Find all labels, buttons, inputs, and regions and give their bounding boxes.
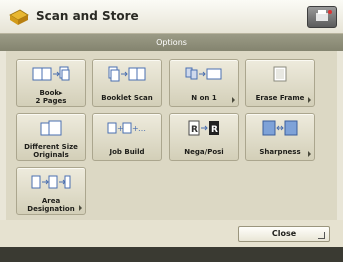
nega-posi-button[interactable]: R R Nega/Posi [169,113,239,161]
device-status-button[interactable] [307,6,337,28]
options-panel: Book▸ 2 Pages Booklet Scan N on 1 Erase … [6,51,337,220]
erase-frame-label: Erase Frame [255,94,305,102]
different-size-originals-label-line2: Originals [33,151,69,159]
different-size-originals-button[interactable]: Different Size Originals [16,113,86,161]
job-build-label: Job Build [109,148,145,156]
nega-posi-label: Nega/Posi [184,148,224,156]
book-to-pages-icon [32,66,70,81]
different-size-originals-icon [40,120,62,136]
booklet-scan-label: Booklet Scan [101,94,153,102]
sharpness-icon [262,120,298,136]
booklet-scan-icon [108,66,146,82]
n-on-1-icon [185,67,222,80]
area-designation-label-line2: Designation [27,205,75,213]
svg-text:…: … [138,124,146,133]
book-to-2-pages-label-line2: 2 Pages [35,97,67,105]
svg-text:R: R [191,125,198,135]
erase-frame-button[interactable]: Erase Frame [245,59,315,107]
book-to-2-pages-label-line1: Book▸ [39,89,63,97]
sharpness-button[interactable]: Sharpness [245,113,315,161]
status-bar [0,247,343,262]
booklet-scan-button[interactable]: Booklet Scan [92,59,162,107]
more-options-arrow-icon [308,97,311,103]
corner-tick-icon [318,232,325,239]
job-build-button[interactable]: + + … Job Build [92,113,162,161]
options-header: Options [0,34,343,51]
printer-icon [316,10,332,21]
n-on-1-button[interactable]: N on 1 [169,59,239,107]
n-on-1-label: N on 1 [191,94,217,102]
scan-and-store-icon [9,9,29,25]
book-to-2-pages-button[interactable]: Book▸ 2 Pages [16,59,86,107]
more-options-arrow-icon [308,151,311,157]
area-designation-label-line1: Area [41,197,61,205]
close-button[interactable]: Close [238,226,330,242]
app-title: Scan and Store [36,9,139,23]
more-options-arrow-icon [79,205,82,211]
area-designation-icon [31,175,71,189]
nega-posi-icon: R R [188,120,219,136]
close-button-label: Close [271,229,297,238]
more-options-arrow-icon [232,97,235,103]
different-size-originals-label-line1: Different Size [24,143,78,151]
sharpness-label: Sharpness [259,148,301,156]
title-bar: Scan and Store [0,0,343,34]
svg-text:R: R [211,125,218,135]
job-build-icon: + + … [107,122,146,134]
erase-frame-icon [273,66,287,82]
area-designation-button[interactable]: Area Designation [16,167,86,215]
